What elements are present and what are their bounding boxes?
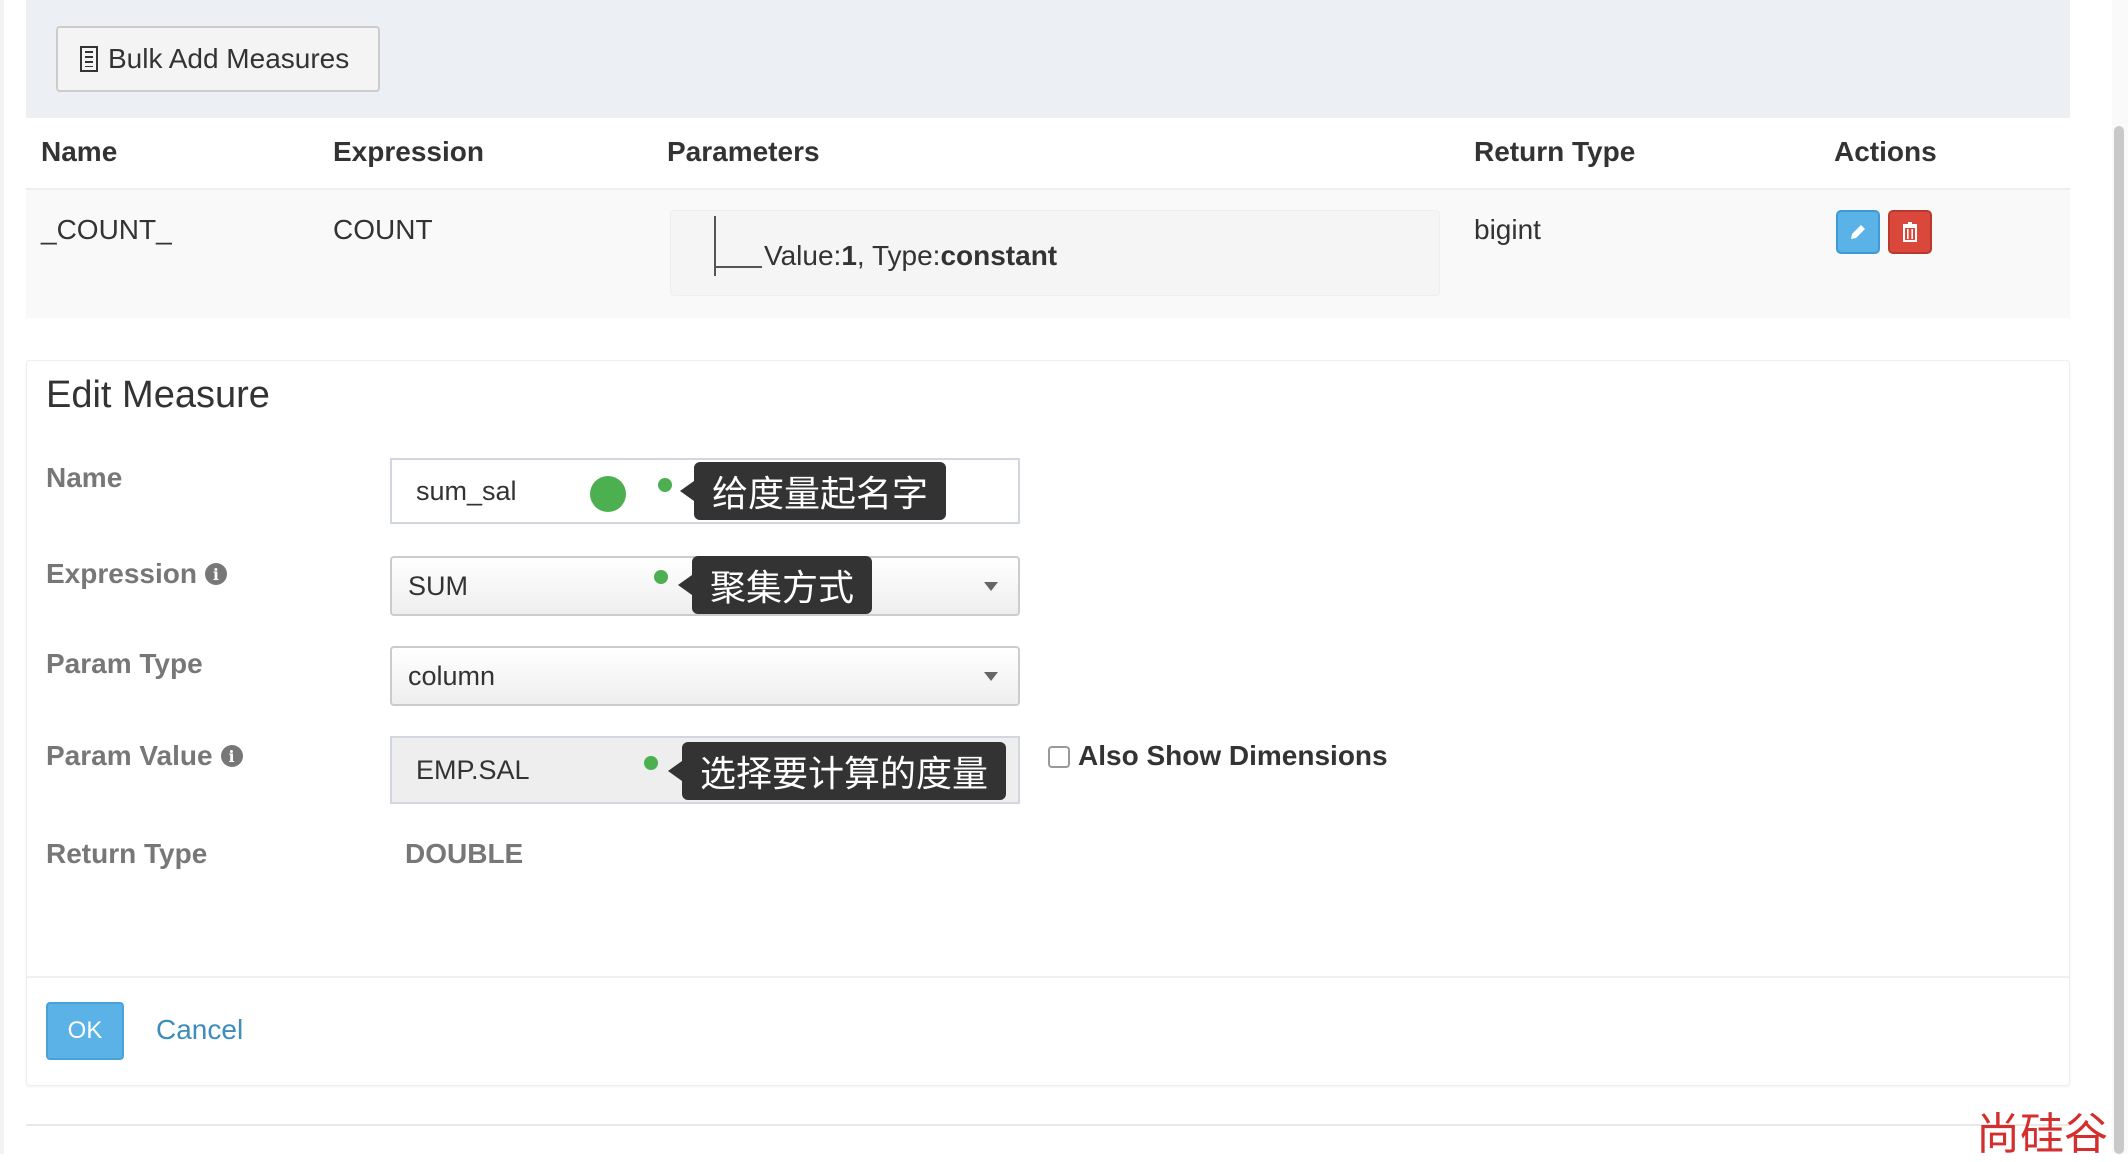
bulk-add-measures-button[interactable]: Bulk Add Measures [56, 26, 380, 92]
scrollbar-thumb[interactable] [2114, 126, 2124, 1154]
param-type-label-text: Param Type [46, 648, 203, 679]
expression-annotation-tooltip: 聚集方式 [677, 556, 873, 614]
delete-measure-button[interactable] [1888, 210, 1932, 254]
ok-button[interactable]: OK [46, 1002, 124, 1060]
param-type-select-value: column [408, 660, 496, 691]
row-expression-cell: COUNT [333, 214, 433, 245]
name-label: Name [46, 462, 122, 494]
param-tree-node: Value:1, Type:constant [764, 240, 1057, 272]
annotation-dot [658, 478, 672, 492]
pencil-icon [1851, 225, 1865, 239]
building-icon [80, 46, 98, 72]
column-header-actions: Actions [1834, 136, 1937, 167]
param-separator: , [856, 240, 872, 271]
expression-label: Expression i [46, 558, 227, 590]
caret-down-icon [984, 672, 998, 681]
annotation-dot [654, 570, 668, 584]
param-value-label: Param Value i [46, 740, 243, 772]
name-label-text: Name [46, 462, 123, 493]
also-show-dimensions-label[interactable]: Also Show Dimensions [1078, 740, 1388, 772]
annotation-marker [590, 476, 626, 512]
param-value: 1 [841, 240, 857, 271]
return-type-label-text: Return Type [46, 838, 208, 869]
info-icon[interactable]: i [220, 745, 243, 767]
cancel-link[interactable]: Cancel [156, 1014, 243, 1046]
column-header-return-type: Return Type [1474, 136, 1636, 167]
page-left-edge [0, 0, 4, 1154]
param-tree-connector [716, 266, 762, 268]
also-show-dimensions-checkbox[interactable] [1048, 746, 1070, 768]
info-icon[interactable]: i [204, 563, 227, 585]
trash-icon [1903, 222, 1917, 242]
expression-select-value: SUM [408, 570, 468, 601]
expression-label-text: Expression [46, 558, 197, 589]
section-divider [26, 1124, 2070, 1126]
annotation-dot [644, 756, 658, 770]
param-value-key: Value: [764, 240, 842, 271]
param-type: constant [940, 240, 1058, 271]
name-annotation-tooltip: 给度量起名字 [679, 462, 947, 520]
row-name-cell: _COUNT_ [41, 214, 172, 245]
param-value-input-value: EMP.SAL [416, 754, 530, 785]
panel-title: Edit Measure [46, 374, 270, 416]
column-header-parameters: Parameters [667, 136, 820, 167]
return-type-value: DOUBLE [405, 838, 524, 869]
bulk-add-measures-label: Bulk Add Measures [108, 43, 350, 74]
param-type-label: Param Type [46, 648, 203, 680]
name-input-value: sum_sal [416, 475, 517, 506]
param-value-label-text: Param Value [46, 740, 213, 771]
param-type-select[interactable]: column [390, 646, 1020, 706]
caret-down-icon [984, 582, 998, 591]
return-type-label: Return Type [46, 838, 207, 870]
column-header-name: Name [41, 136, 118, 167]
edit-measure-button[interactable] [1836, 210, 1880, 254]
column-header-expression: Expression [333, 136, 484, 167]
param-value-annotation-tooltip: 选择要计算的度量 [667, 742, 1007, 800]
param-type-key: Type: [871, 240, 941, 271]
row-return-type-cell: bigint [1474, 214, 1541, 245]
panel-footer-divider [26, 976, 2070, 978]
watermark: 尚硅谷 [1976, 1109, 2108, 1160]
